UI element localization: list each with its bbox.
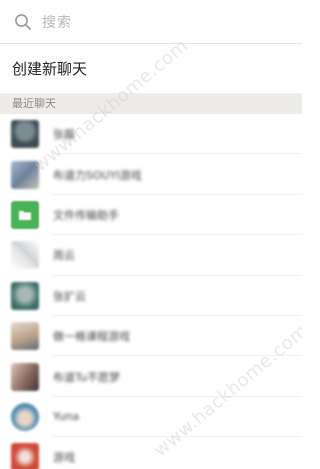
list-item[interactable]: 布道Tu不愿梦	[0, 356, 302, 398]
list-item[interactable]: 做一格课程游戏	[0, 316, 302, 357]
contact-name: 做一格课程游戏	[53, 330, 130, 344]
list-item[interactable]: 游戏	[0, 437, 302, 469]
list-item[interactable]: 布道力SOUYI游戏	[0, 154, 302, 196]
chat-picker-screen: 搜索 创建新聊天 最近聊天 张磊 布道力SOUYI游戏 文件传输助手 周云 张扩…	[0, 0, 302, 469]
contact-name: 布道力SOUYI游戏	[53, 168, 142, 182]
avatar	[11, 362, 39, 391]
recent-chats-header: 最近聊天	[0, 94, 302, 114]
list-item[interactable]: 文件传输助手	[0, 195, 302, 236]
list-item[interactable]: 周云	[0, 235, 302, 276]
avatar	[11, 160, 39, 189]
avatar	[11, 281, 39, 310]
list-item[interactable]: 张扩云	[0, 276, 302, 317]
search-icon	[14, 13, 32, 31]
list-item[interactable]: Yuna	[0, 397, 302, 438]
contact-name: 游戏	[53, 451, 75, 465]
contact-name: Yuna	[53, 410, 80, 424]
list-item[interactable]: 张磊	[0, 114, 302, 155]
avatar	[11, 322, 39, 351]
contact-name: 周云	[53, 249, 75, 263]
search-placeholder: 搜索	[42, 14, 72, 31]
contact-name: 张扩云	[53, 289, 86, 303]
avatar	[11, 120, 39, 149]
search-bar[interactable]: 搜索	[0, 0, 302, 44]
avatar	[11, 443, 39, 469]
contact-name: 布道Tu不愿梦	[53, 370, 121, 384]
avatar	[11, 402, 39, 431]
create-new-chat-label: 创建新聊天	[12, 60, 88, 78]
avatar	[11, 200, 39, 229]
avatar	[11, 241, 39, 270]
recent-chat-list: 张磊 布道力SOUYI游戏 文件传输助手 周云 张扩云 做一格课程游戏 布道Tu…	[0, 114, 302, 469]
contact-name: 文件传输助手	[53, 208, 119, 222]
create-new-chat-button[interactable]: 创建新聊天	[0, 44, 302, 94]
contact-name: 张磊	[53, 128, 75, 142]
